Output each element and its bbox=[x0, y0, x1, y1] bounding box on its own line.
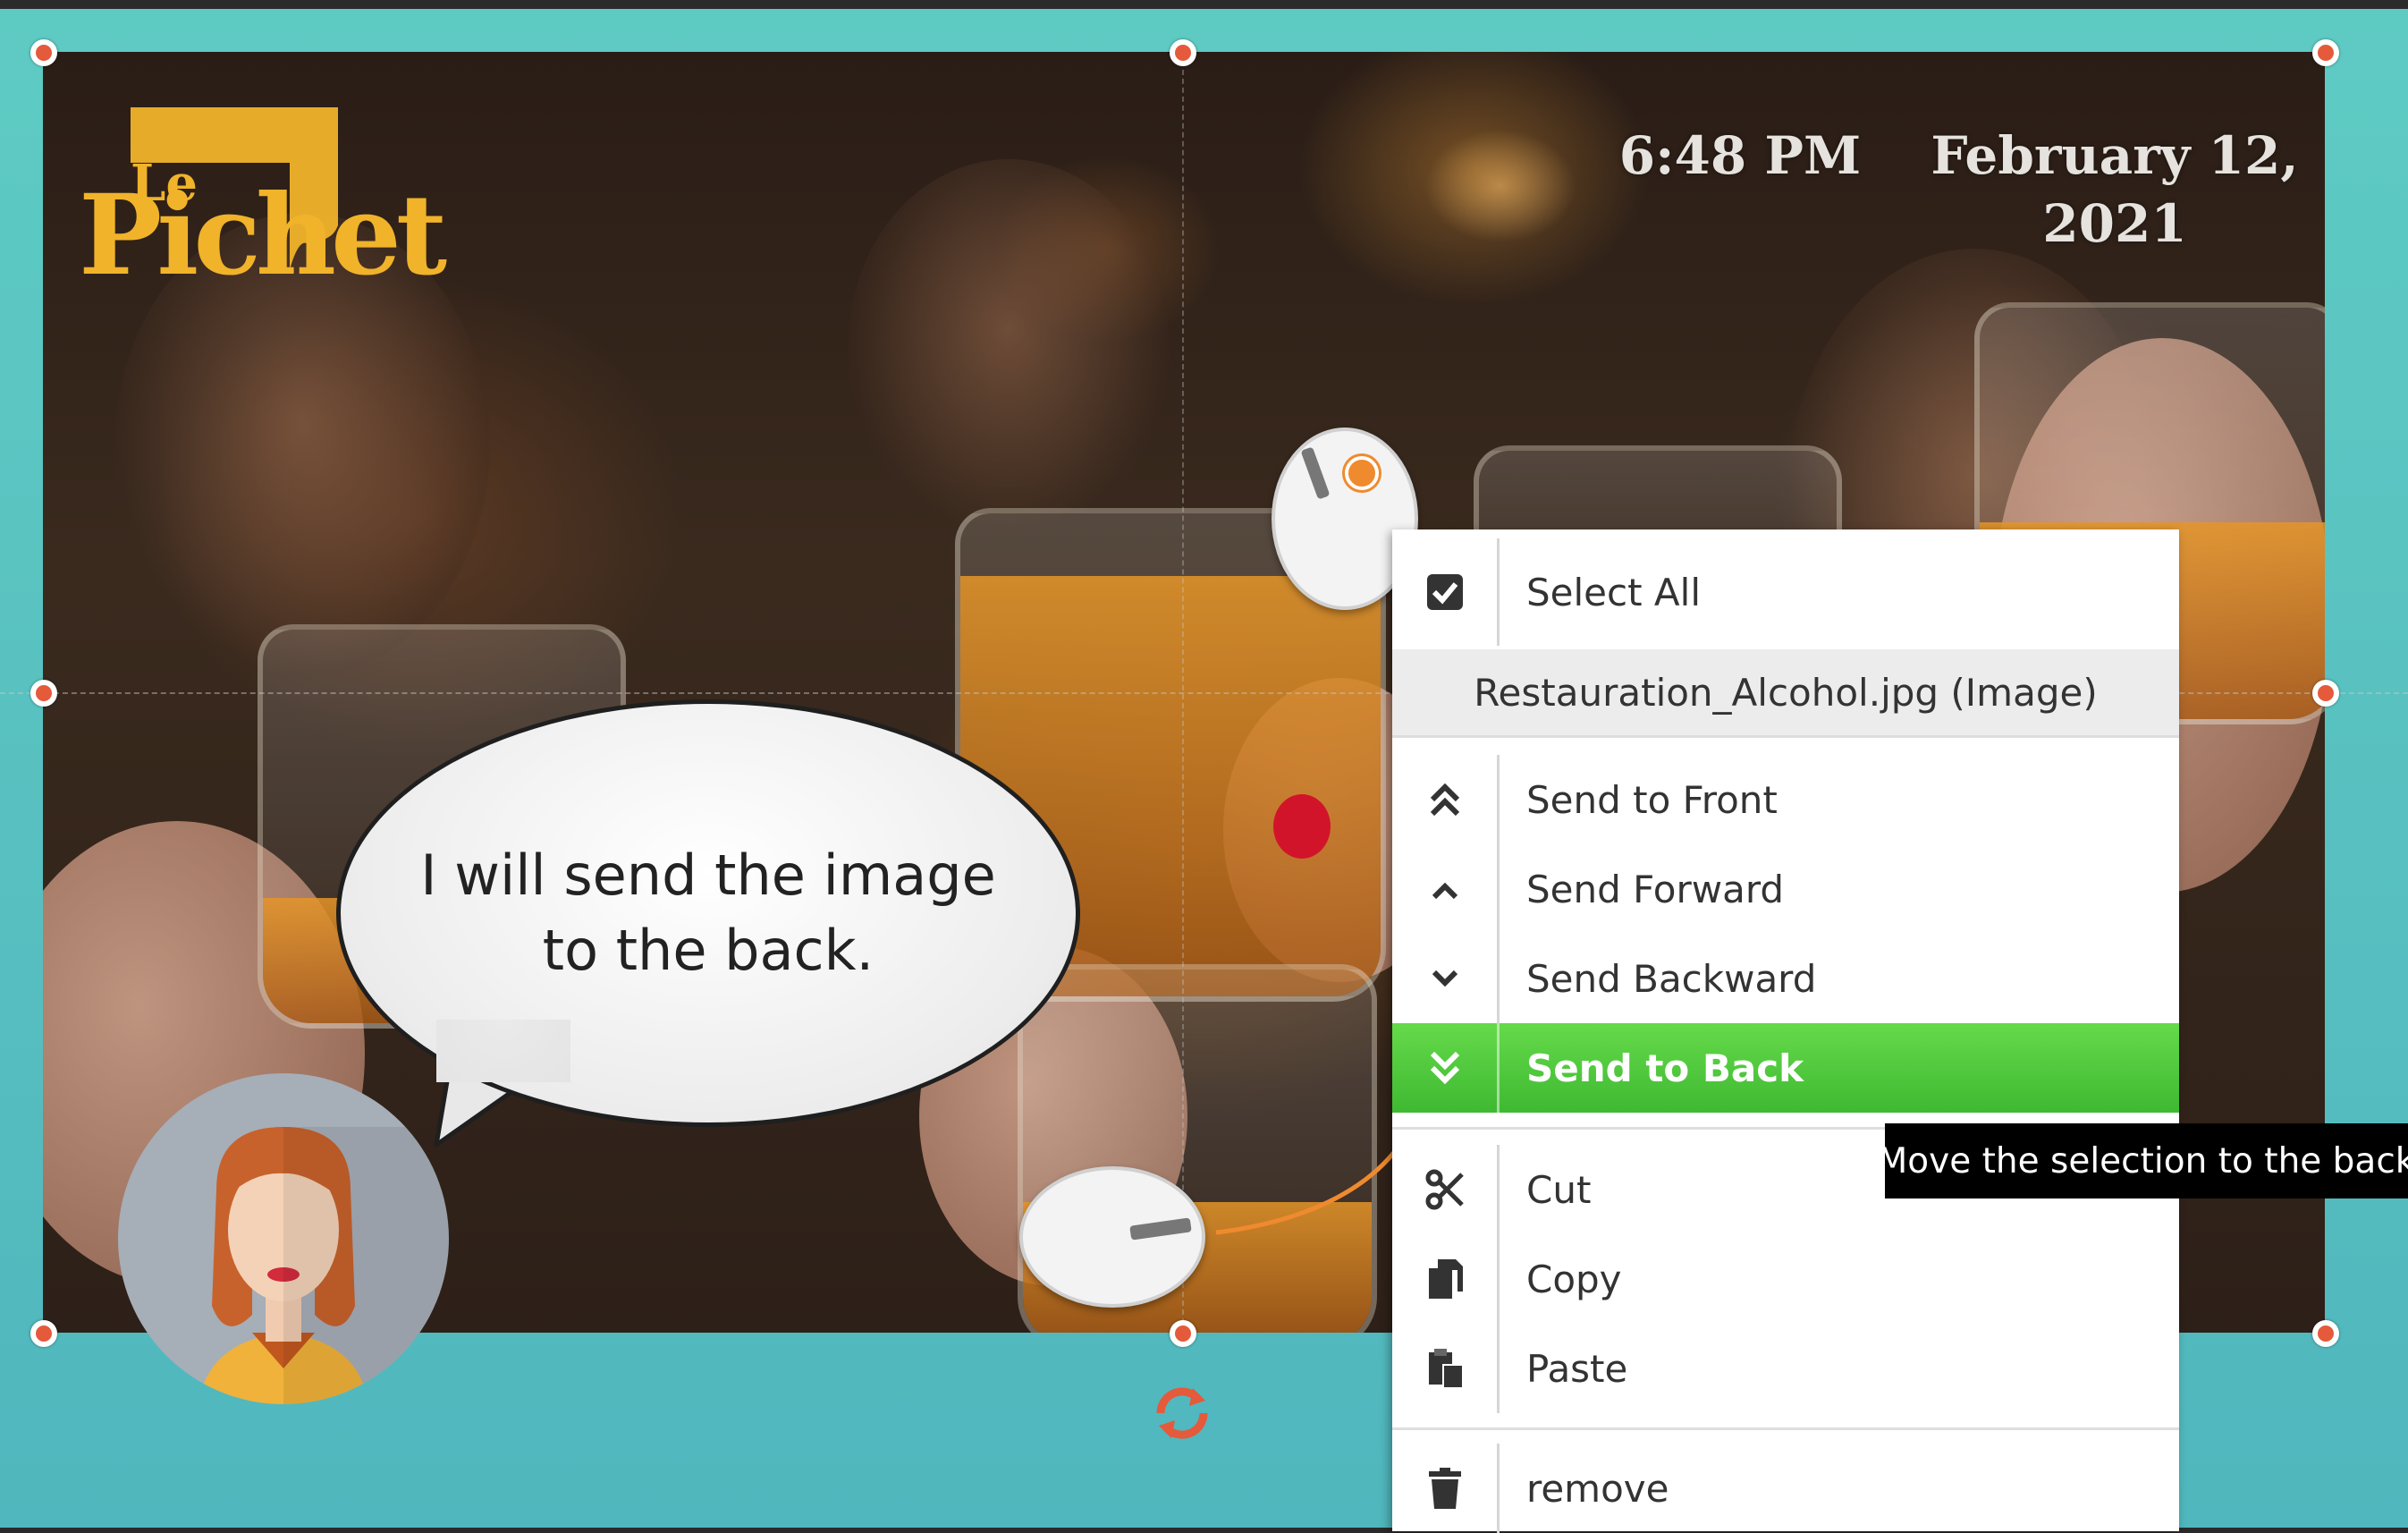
menu-item-paste[interactable]: Paste bbox=[1392, 1324, 2179, 1413]
bubble-tail-cover bbox=[436, 1020, 570, 1082]
menu-header-label: Restauration_Alcohol.jpg (Image) bbox=[1474, 670, 2098, 715]
menu-item-label: Copy bbox=[1526, 1257, 1622, 1301]
menu-item-label: remove bbox=[1526, 1466, 1669, 1511]
resize-handle-bottom-right[interactable] bbox=[2312, 1320, 2339, 1347]
menu-item-label: Cut bbox=[1526, 1167, 1592, 1212]
double-chevron-down-icon bbox=[1392, 1023, 1500, 1113]
background-face bbox=[848, 159, 1170, 535]
menu-header-selection: Restauration_Alcohol.jpg (Image) bbox=[1392, 649, 2179, 735]
menu-item-select-all[interactable]: Select All bbox=[1392, 538, 2179, 646]
rotate-icon[interactable] bbox=[1146, 1377, 1218, 1449]
menu-item-label: Send Backward bbox=[1526, 956, 1817, 1001]
menu-item-remove[interactable]: remove bbox=[1392, 1444, 2179, 1533]
menu-item-label: Paste bbox=[1526, 1346, 1628, 1391]
chevron-down-icon bbox=[1392, 934, 1500, 1023]
menu-item-label: Send to Back bbox=[1526, 1046, 1804, 1090]
copy-icon bbox=[1392, 1234, 1500, 1324]
logo: Le Pichet bbox=[79, 100, 447, 297]
speech-bubble-text: I will send the image to the back. bbox=[420, 843, 996, 983]
tooltip: Move the selection to the back bbox=[1878, 1123, 2408, 1198]
scissors-icon bbox=[1392, 1145, 1500, 1234]
trash-icon bbox=[1392, 1444, 1500, 1533]
resize-handle-bottom-left[interactable] bbox=[30, 1320, 57, 1347]
menu-item-send-backward[interactable]: Send Backward bbox=[1392, 934, 2179, 1023]
resize-handle-top-center[interactable] bbox=[1170, 39, 1196, 66]
red-nail bbox=[1273, 794, 1331, 859]
paste-icon bbox=[1392, 1324, 1500, 1413]
double-chevron-up-icon bbox=[1392, 755, 1500, 844]
menu-item-copy[interactable]: Copy bbox=[1392, 1234, 2179, 1324]
resize-handle-top-left[interactable] bbox=[30, 39, 57, 66]
resize-handle-middle-right[interactable] bbox=[2312, 680, 2339, 707]
avatar bbox=[118, 1073, 449, 1404]
logo-name: Pichet bbox=[79, 171, 447, 301]
menu-item-label: Select All bbox=[1526, 570, 1701, 614]
menu-separator bbox=[1392, 735, 2179, 738]
context-menu: Select All Restauration_Alcohol.jpg (Ima… bbox=[1392, 529, 2179, 1533]
alignment-guide-vertical bbox=[1182, 52, 1184, 1333]
checkbox-icon bbox=[1392, 538, 1500, 646]
date-line-1: February 12, bbox=[1931, 125, 2299, 186]
mouse-icon bbox=[1019, 1166, 1205, 1308]
chevron-up-icon bbox=[1392, 844, 1500, 934]
menu-item-send-to-front[interactable]: Send to Front bbox=[1392, 755, 2179, 844]
menu-item-send-forward[interactable]: Send Forward bbox=[1392, 844, 2179, 934]
resize-handle-bottom-center[interactable] bbox=[1170, 1320, 1196, 1347]
menu-item-label: Send to Front bbox=[1526, 777, 1778, 822]
time-label: 6:48 PM bbox=[1618, 125, 1862, 186]
date-line-2: 2021 bbox=[2042, 193, 2187, 254]
resize-handle-middle-left[interactable] bbox=[30, 680, 57, 707]
resize-handle-top-right[interactable] bbox=[2312, 39, 2339, 66]
menu-item-send-to-back[interactable]: Send to Back bbox=[1392, 1023, 2179, 1113]
menu-item-label: Send Forward bbox=[1526, 867, 1785, 911]
menu-separator bbox=[1392, 1427, 2179, 1430]
